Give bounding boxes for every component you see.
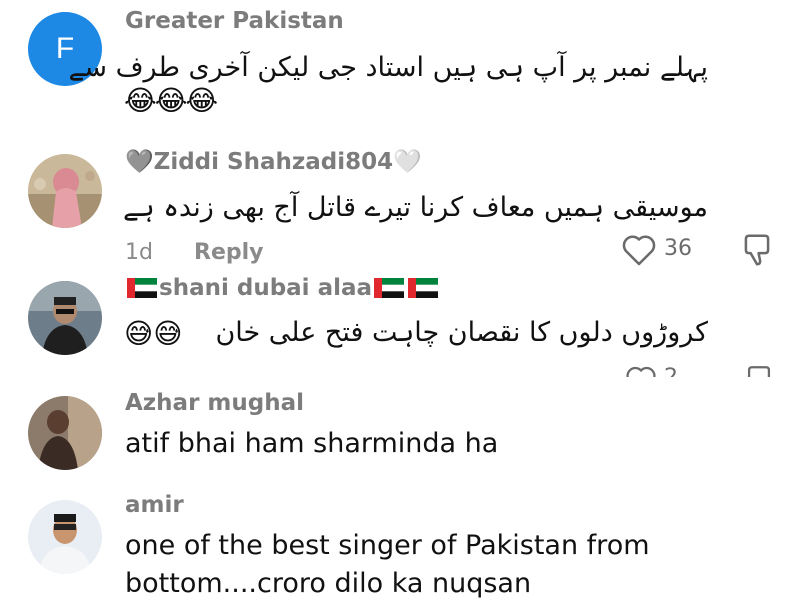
comment-username[interactable]: Greater Pakistan bbox=[125, 8, 344, 34]
uae-flag-icon bbox=[408, 278, 439, 298]
dislike-icon[interactable] bbox=[742, 363, 776, 377]
comment-text: موسیقی ہمیں معاف کرنا تیرے قاتل آج بھی ز… bbox=[123, 192, 708, 223]
comment-time: 1d bbox=[125, 240, 153, 265]
uae-flag-icon bbox=[127, 278, 157, 298]
comment-item: F Greater Pakistan پہلے نمبر پر آپ ہی ہی… bbox=[0, 0, 800, 140]
avatar[interactable] bbox=[28, 281, 102, 355]
comment-username[interactable]: shani dubai alaa bbox=[125, 275, 440, 301]
like-count: 36 bbox=[664, 236, 692, 261]
comment-item: 🩶Ziddi Shahzadi804🤍 موسیقی ہمیں معاف کرن… bbox=[0, 140, 800, 266]
uae-flag-icon bbox=[374, 278, 405, 298]
comment-emojis: 😂😂😂 bbox=[124, 84, 218, 117]
like-count: 2 bbox=[664, 365, 678, 377]
comment-username[interactable]: amir bbox=[125, 492, 184, 518]
avatar[interactable] bbox=[28, 396, 102, 470]
comment-text: پہلے نمبر پر آپ ہی ہیں استاد جی لیکن آخر… bbox=[68, 52, 708, 83]
reply-button[interactable]: Reply bbox=[194, 240, 264, 265]
comment-item: amir one of the best singer of Pakistan … bbox=[0, 488, 800, 610]
comment-text-line1: one of the best singer of Pakistan from bbox=[125, 530, 650, 561]
comment-username[interactable]: 🩶Ziddi Shahzadi804🤍 bbox=[125, 148, 422, 175]
comment-text: کروڑوں دلوں کا نقصان چاہت فتح علی خان bbox=[215, 317, 708, 348]
comment-item: Azhar mughal atif bhai ham sharminda ha bbox=[0, 380, 800, 490]
comment-text-line2: bottom....croro dilo ka nuqsan bbox=[125, 568, 532, 599]
comment-item: shani dubai alaa کروڑوں دلوں کا نقصان چا… bbox=[0, 265, 800, 377]
comment-username[interactable]: Azhar mughal bbox=[125, 390, 304, 416]
avatar[interactable] bbox=[28, 154, 102, 228]
heart-icon[interactable] bbox=[624, 363, 658, 377]
comment-emojis: 😅😅 bbox=[124, 317, 183, 350]
username-text: shani dubai alaa bbox=[159, 275, 373, 301]
comment-text: atif bhai ham sharminda ha bbox=[125, 428, 499, 459]
avatar[interactable] bbox=[28, 500, 102, 574]
